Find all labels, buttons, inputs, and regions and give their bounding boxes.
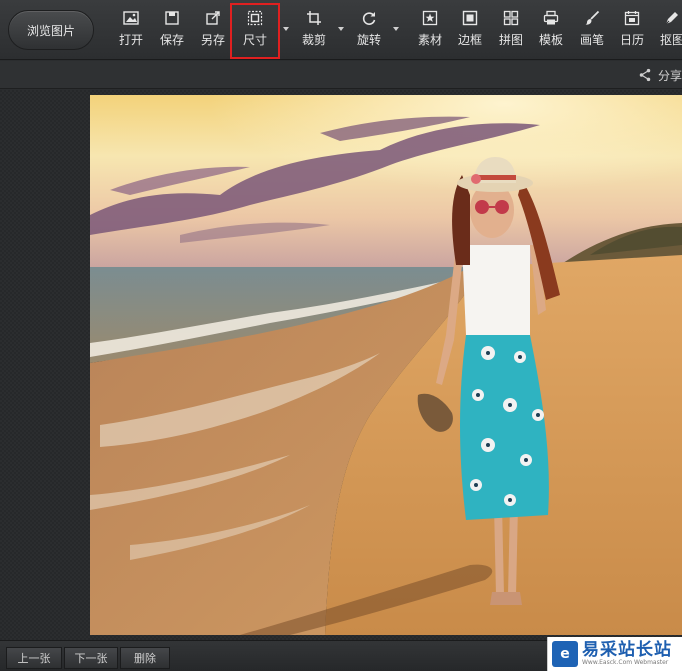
share-label: 分享	[657, 68, 682, 83]
resize-button[interactable]: 尺寸	[230, 3, 280, 59]
border-label: 边框	[458, 33, 483, 47]
brush-label: 画笔	[580, 33, 605, 47]
crop-label: 裁剪	[302, 33, 327, 47]
template-button[interactable]: 模板	[539, 10, 563, 54]
pen-icon	[664, 10, 680, 26]
image-canvas	[0, 90, 682, 640]
star-icon	[422, 10, 438, 26]
watermark-logo-icon: e	[552, 641, 578, 667]
open-label: 打开	[119, 33, 144, 47]
rotate-dropdown-arrow-icon[interactable]	[393, 27, 399, 31]
share-icon	[639, 68, 651, 82]
resize-icon	[247, 10, 263, 26]
cutout-button[interactable]: 抠图	[660, 10, 682, 54]
resize-label: 尺寸	[242, 33, 267, 47]
watermark-url: Www.Easck.Com Webmaster	[582, 659, 669, 666]
resize-dropdown-arrow-icon[interactable]	[283, 27, 289, 31]
brush-icon	[584, 10, 600, 26]
collage-label: 拼图	[499, 33, 524, 47]
rotate-icon	[361, 10, 377, 26]
save-icon	[164, 10, 180, 26]
save-as-icon	[205, 10, 221, 26]
browse-images-button[interactable]: 浏览图片	[8, 10, 94, 50]
save-button[interactable]: 保存	[160, 10, 184, 54]
watermark-title: 易采站长站	[582, 640, 672, 660]
border-icon	[462, 10, 478, 26]
crop-dropdown-arrow-icon[interactable]	[338, 27, 344, 31]
material-label: 素材	[418, 33, 443, 47]
next-image-button[interactable]: 下一张	[64, 647, 118, 669]
delete-image-button[interactable]: 删除	[120, 647, 170, 669]
beach-photo[interactable]	[90, 95, 682, 635]
site-watermark: e 易采站长站 Www.Easck.Com Webmaster	[547, 637, 682, 671]
save-label: 保存	[160, 33, 185, 47]
brush-button[interactable]: 画笔	[580, 10, 604, 54]
calendar-icon	[624, 10, 640, 26]
crop-button[interactable]: 裁剪	[302, 10, 326, 54]
open-image-icon	[123, 10, 139, 26]
crop-icon	[306, 10, 322, 26]
previous-image-button[interactable]: 上一张	[6, 647, 62, 669]
open-button[interactable]: 打开	[119, 10, 143, 54]
grid-icon	[503, 10, 519, 26]
main-toolbar: 浏览图片 打开 保存 另存 尺寸 裁剪 旋转 素材 边框 拼图 模板 画笔 日历…	[0, 0, 682, 60]
save-as-button[interactable]: 另存	[200, 10, 226, 54]
calendar-button[interactable]: 日历	[620, 10, 644, 54]
sub-toolbar: 分享	[0, 61, 682, 89]
cutout-label: 抠图	[660, 33, 682, 47]
share-button[interactable]: 分享	[638, 67, 682, 83]
border-button[interactable]: 边框	[458, 10, 482, 54]
rotate-label: 旋转	[357, 33, 382, 47]
template-icon	[543, 10, 559, 26]
material-button[interactable]: 素材	[418, 10, 442, 54]
save-as-label: 另存	[200, 33, 225, 47]
collage-button[interactable]: 拼图	[499, 10, 523, 54]
calendar-label: 日历	[620, 33, 645, 47]
rotate-button[interactable]: 旋转	[357, 10, 381, 54]
template-label: 模板	[539, 33, 564, 47]
